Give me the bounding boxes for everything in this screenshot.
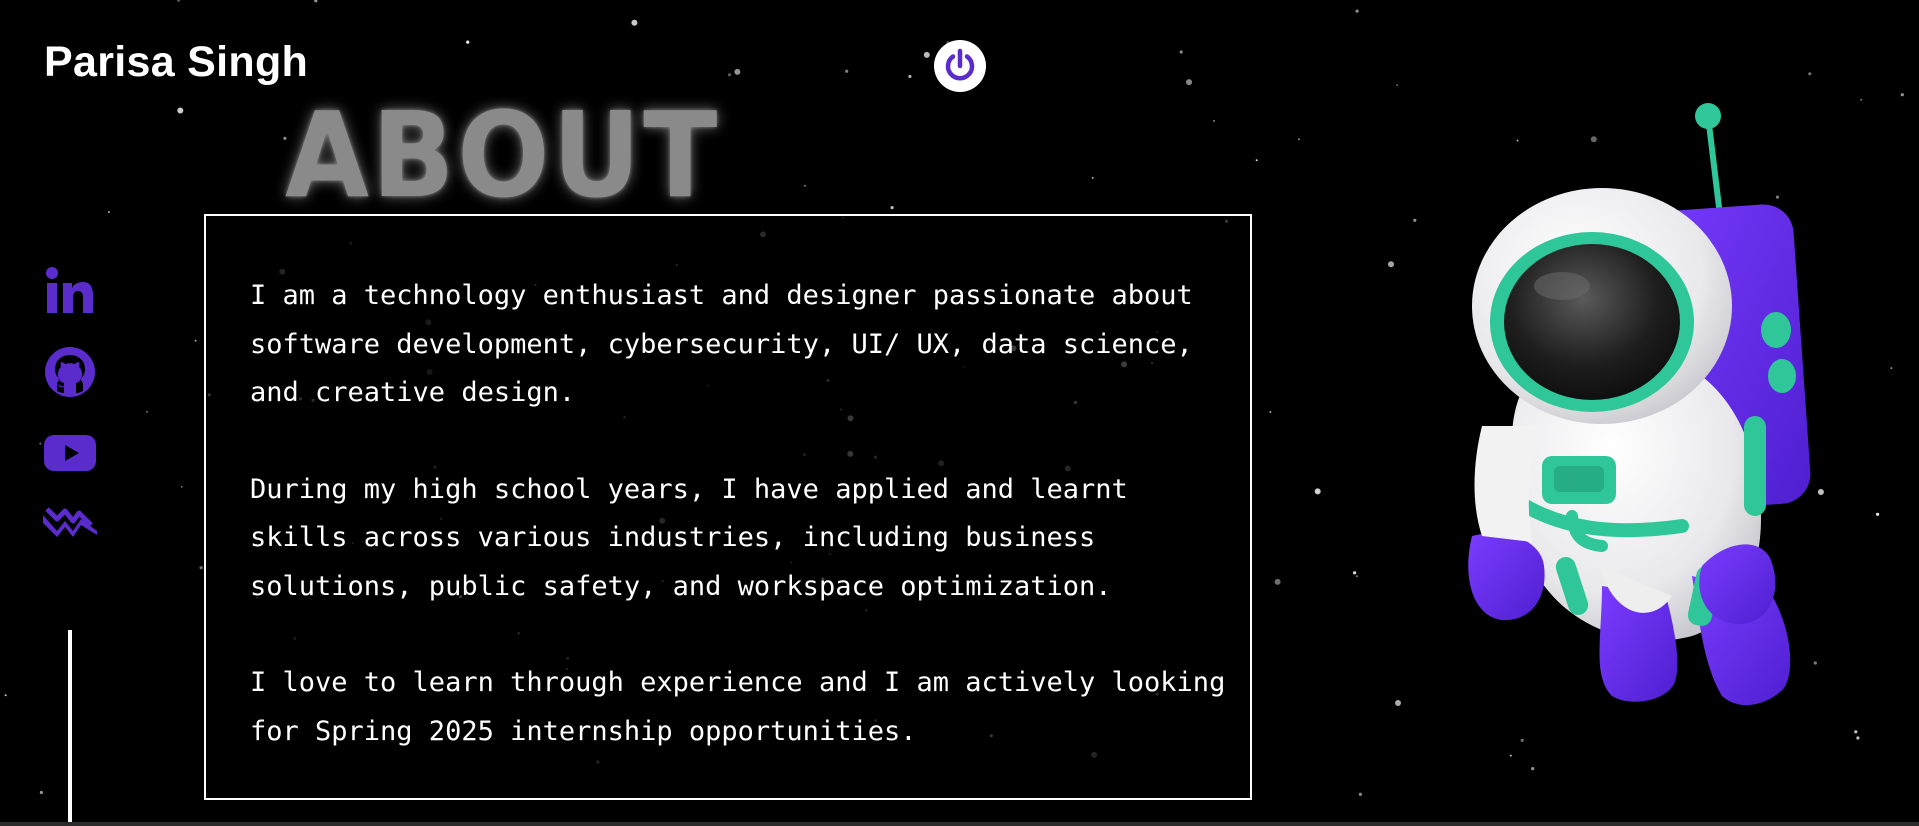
- star: [1396, 84, 1399, 87]
- star: [727, 73, 732, 77]
- star: [1314, 488, 1321, 495]
- bottom-border: [0, 822, 1919, 826]
- portfolio-link[interactable]: [42, 494, 98, 550]
- star: [1856, 736, 1860, 740]
- portfolio-logo-icon: [43, 507, 97, 537]
- star: [1274, 578, 1281, 585]
- star: [466, 40, 470, 44]
- star: [1900, 93, 1904, 97]
- star: [908, 74, 912, 79]
- star: [631, 19, 638, 26]
- star: [199, 566, 203, 570]
- star: [1213, 119, 1215, 122]
- about-text: I am a technology enthusiast and designe…: [250, 272, 1230, 804]
- star: [39, 790, 44, 795]
- star: [180, 485, 183, 488]
- star: [194, 339, 197, 342]
- star: [890, 206, 894, 210]
- about-paragraph-2: During my high school years, I have appl…: [250, 473, 1128, 602]
- star: [1186, 79, 1192, 86]
- power-button[interactable]: [934, 40, 986, 92]
- about-card: I am a technology enthusiast and designe…: [204, 214, 1252, 800]
- star: [1091, 176, 1094, 179]
- star: [107, 211, 110, 214]
- star: [1388, 261, 1394, 268]
- star: [1413, 218, 1417, 222]
- star: [845, 69, 849, 73]
- star: [1298, 138, 1300, 141]
- star: [1395, 700, 1401, 706]
- star: [1358, 792, 1362, 796]
- about-paragraph-1: I am a technology enthusiast and designe…: [250, 280, 1193, 408]
- vertical-divider: [68, 630, 72, 826]
- star: [1876, 512, 1880, 516]
- star: [923, 51, 930, 58]
- star: [1269, 411, 1272, 413]
- star: [734, 68, 741, 75]
- astronaut-illustration: [1468, 103, 1811, 706]
- github-icon: [45, 347, 95, 397]
- star: [1817, 489, 1824, 495]
- star: [314, 0, 318, 3]
- star: [4, 694, 7, 697]
- star: [1520, 738, 1524, 742]
- star: [803, 184, 806, 187]
- linkedin-icon: [46, 267, 93, 313]
- star: [1860, 98, 1863, 101]
- star: [177, 0, 181, 2]
- star: [1854, 730, 1858, 734]
- star: [1509, 754, 1512, 757]
- star: [1179, 50, 1183, 54]
- about-paragraph-3: I love to learn through experience and I…: [250, 667, 1226, 747]
- star: [146, 410, 148, 413]
- linkedin-link[interactable]: [42, 262, 98, 318]
- star: [1355, 9, 1359, 13]
- star: [177, 107, 184, 114]
- youtube-link[interactable]: [42, 425, 98, 481]
- star: [1531, 767, 1535, 771]
- power-icon: [945, 48, 975, 81]
- star: [1355, 575, 1358, 578]
- github-link[interactable]: [42, 344, 98, 400]
- star: [39, 442, 42, 445]
- star: [1808, 72, 1812, 76]
- youtube-icon: [44, 435, 96, 471]
- star: [1813, 661, 1817, 665]
- section-heading: ABOUT: [285, 86, 721, 224]
- star: [1353, 571, 1357, 575]
- star: [1255, 159, 1258, 162]
- site-title[interactable]: Parisa Singh: [44, 38, 308, 87]
- star: [1890, 367, 1893, 370]
